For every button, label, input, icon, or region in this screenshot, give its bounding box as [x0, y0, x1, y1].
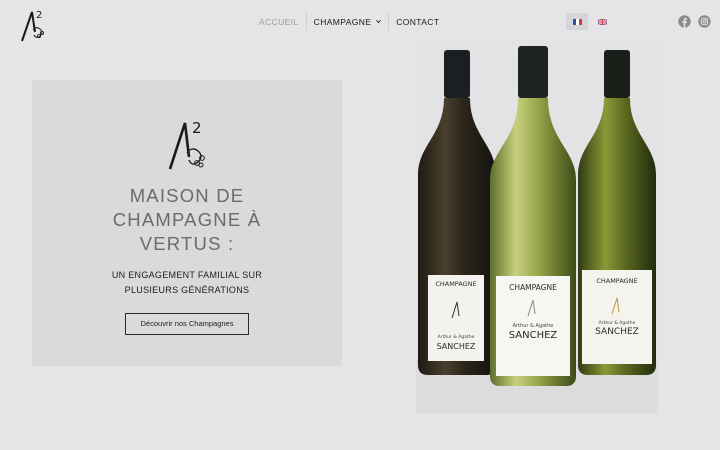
uk-flag-icon — [597, 18, 607, 25]
bottle-label-name: SANCHEZ — [509, 330, 558, 341]
nav-item-contact[interactable]: CONTACT — [389, 13, 446, 31]
hero-subheadline: UN ENGAGEMENT FAMILIAL SUR PLUSIEURS GÉN… — [32, 268, 342, 298]
chevron-down-icon — [376, 20, 382, 24]
bottle-label-name: SANCHEZ — [595, 327, 639, 337]
language-en-button[interactable] — [591, 13, 613, 30]
nav-item-label: CONTACT — [396, 17, 440, 27]
hero-headline-line: MAISON DE — [129, 185, 245, 206]
main-nav: ACCUEIL CHAMPAGNE CONTACT — [252, 13, 446, 31]
discover-champagnes-button[interactable]: Découvrir nos Champagnes — [125, 313, 249, 335]
instagram-icon[interactable] — [698, 15, 711, 28]
bottle-label-name-top: Arthur & Agathe — [599, 320, 636, 326]
facebook-icon[interactable] — [678, 15, 691, 28]
bottle-label-brand: CHAMPAGNE — [509, 283, 557, 292]
bottle-label-name-top: Arthur & Agathe — [513, 323, 554, 329]
hero-subheadline-line: UN ENGAGEMENT FAMILIAL SUR — [111, 270, 263, 280]
nav-item-accueil[interactable]: ACCUEIL — [252, 13, 306, 31]
svg-text:2: 2 — [192, 119, 202, 137]
bottle-label-name: SANCHEZ — [437, 342, 476, 351]
bottle-label-brand: CHAMPAGNE — [596, 277, 637, 285]
brand-logo[interactable]: 2 — [20, 6, 46, 42]
brand-logo-large: 2 — [168, 119, 205, 170]
hero-headline-line: VERTUS : — [139, 233, 235, 254]
hero-headline: MAISON DE CHAMPAGNE À VERTUS : — [32, 184, 342, 256]
bottle-label-name-top: Arthur & Agathe — [438, 334, 475, 340]
nav-item-champagne[interactable]: CHAMPAGNE — [305, 13, 390, 31]
french-flag-icon — [572, 18, 582, 25]
nav-item-label: ACCUEIL — [259, 17, 299, 27]
hero-panel: 2 MAISON DE CHAMPAGNE À VERTUS : UN ENGA… — [32, 80, 342, 366]
champagne-bottles-image: CHAMPAGNE Arthur & Agathe SANCHEZ CHAMPA… — [416, 40, 658, 414]
language-fr-button[interactable] — [566, 13, 588, 30]
svg-text:2: 2 — [36, 10, 42, 21]
nav-item-label: CHAMPAGNE — [313, 17, 372, 27]
hero-subheadline-line: PLUSIEURS GÉNÉRATIONS — [124, 285, 250, 295]
hero-headline-line: CHAMPAGNE À — [112, 209, 262, 230]
bottle-label-brand: CHAMPAGNE — [435, 280, 476, 288]
